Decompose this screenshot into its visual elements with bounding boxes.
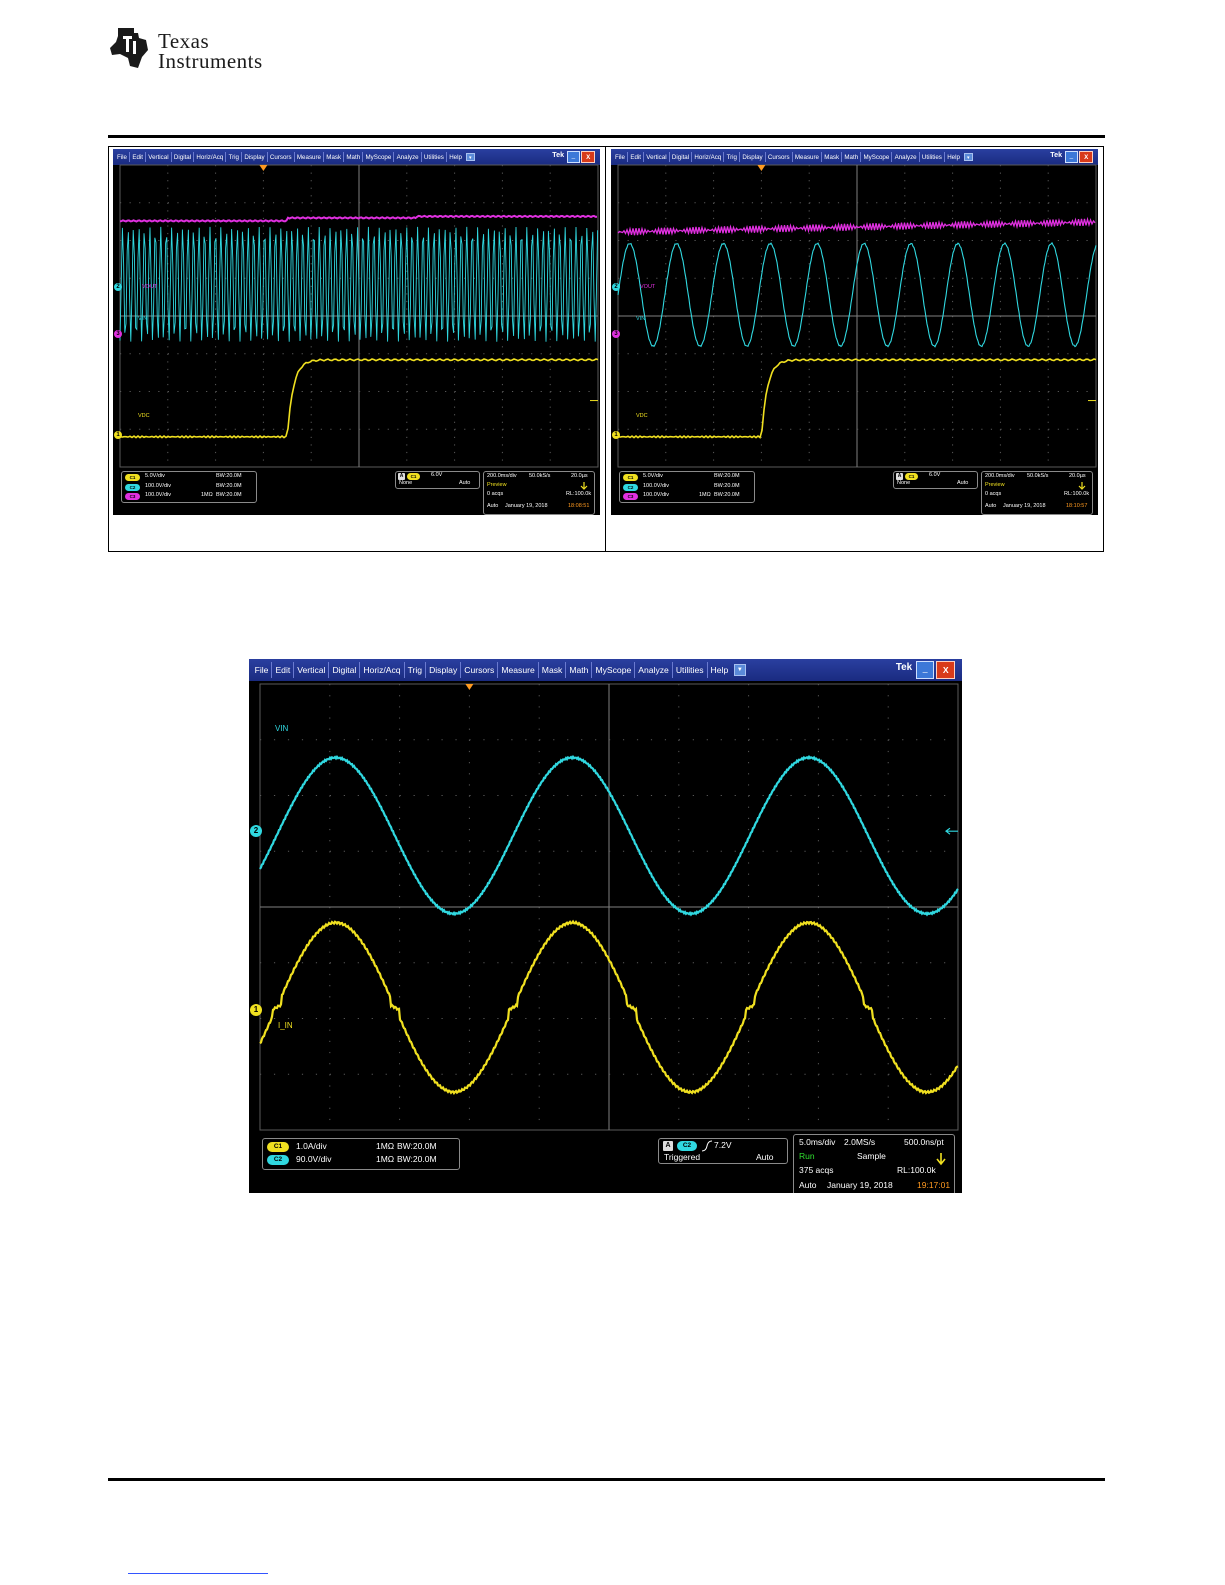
trigger-level-icon (945, 827, 958, 835)
trigger-tag: A (398, 473, 405, 480)
acq-time: 19:17:01 (917, 1180, 951, 1190)
acq-state: Run (799, 1151, 815, 1161)
horiz-mode: Auto (799, 1180, 817, 1190)
trigger-source-badge[interactable]: C1 (407, 473, 420, 480)
channel-badge-c1[interactable]: C1 (267, 1142, 289, 1152)
graticule (259, 683, 959, 1166)
scope-screenshot-startup-1: File Edit Vertical Digital Horiz/Acq Trig Disp… (113, 149, 600, 515)
trigger-source-badge[interactable]: C1 (905, 473, 918, 480)
channel-bandwidth: BW:20.0M (216, 473, 242, 479)
channel-scale: 5.0V/div (145, 473, 165, 479)
channel-scale: 100.0V/div (145, 492, 171, 498)
resolution: 20.0µs (571, 473, 588, 479)
channel-bandwidth: BW:20.0M (714, 473, 740, 479)
horiz-mode: Auto (985, 503, 997, 509)
record-length: RL:100.0k (1064, 491, 1090, 497)
graticule (119, 164, 599, 490)
label-vdc: VDC (636, 412, 648, 419)
trigger-level: 7.2V (714, 1140, 732, 1150)
acq-count: 0 acqs (487, 491, 504, 497)
acq-date: January 19, 2018 (1003, 503, 1046, 509)
channel-badge-c3[interactable]: C3 (125, 493, 140, 500)
acq-count: 0 acqs (985, 491, 1002, 497)
label-vin: VIN (138, 316, 148, 322)
trigger-position-icon (259, 165, 268, 171)
header-rule (108, 135, 1105, 138)
acq-state: Preview (487, 482, 507, 488)
channel-badge-c1[interactable]: C1 (623, 474, 638, 481)
label-vdc: VDC (138, 412, 150, 419)
resolution: 20.0µs (1069, 473, 1086, 479)
trigger-mode: Triggered (664, 1152, 701, 1162)
channel-scale: 100.0V/div (643, 482, 669, 489)
channel-impedance: 1MΩ (699, 492, 711, 498)
texas-instruments-logo: Texas Instruments (108, 24, 308, 74)
trigger-auto: Auto (957, 480, 969, 486)
channel-badge-c3[interactable]: C3 (623, 493, 638, 500)
channel-badge-c2[interactable]: C2 (267, 1155, 289, 1165)
trigger-level: 6.0V (929, 472, 941, 478)
label-iin: I_IN (278, 1020, 293, 1030)
record-length: RL:100.0k (897, 1165, 936, 1175)
trigger-tag: A (896, 473, 903, 480)
acq-count: 375 acqs (799, 1165, 834, 1175)
timebase: 5.0ms/div (799, 1137, 836, 1147)
record-length: RL:100.0k (566, 491, 592, 497)
channel-impedance: 1MΩ (376, 1154, 395, 1164)
grid-lines (260, 684, 958, 1130)
graticule (617, 164, 1097, 490)
acq-state: Preview (985, 482, 1005, 488)
channel-scale: 1.0A/div (296, 1141, 327, 1151)
sample-rate: 50.0kS/s (1027, 473, 1049, 479)
trigger-auto: Auto (459, 480, 471, 486)
channel-badge-c2[interactable]: C2 (125, 483, 140, 491)
trigger-mode: None (897, 480, 911, 486)
acq-time: 18:10:57 (1066, 503, 1088, 509)
trigger-level: 6.0V (431, 472, 443, 478)
channel-impedance: 1MΩ (201, 492, 213, 498)
footer-rule (108, 1478, 1105, 1481)
scope-screenshot-startup-2: File Edit Vertical Digital Horiz/Acq Trig Disp… (611, 149, 1098, 515)
resolution: 500.0ns/pt (904, 1137, 944, 1147)
acq-time: 18:08:51 (568, 503, 590, 509)
grid-lines (618, 165, 1096, 467)
label-vout: VOUT (640, 284, 656, 291)
trigger-tag: A (663, 1141, 673, 1151)
ti-state-icon (110, 28, 148, 68)
sample-rate: 50.0kS/s (529, 473, 551, 479)
channel-scale: 100.0V/div (643, 492, 669, 498)
trigger-mode: None (399, 480, 413, 486)
sample-rate: 2.0MS/s (844, 1137, 876, 1147)
brand-line-2: Instruments (158, 49, 263, 73)
channel-bandwidth: BW:20.0M (397, 1141, 437, 1151)
timebase: 200.0ms/div (487, 473, 517, 479)
scope-screenshot-vin-iin: File Edit Vertical Digital Horiz/Acq Trig Disp… (249, 659, 962, 1193)
channel-badge-c1[interactable]: C1 (125, 474, 140, 481)
channel-bandwidth: BW:20.0M (216, 482, 242, 489)
label-vin: VIN (275, 724, 289, 733)
acq-date: January 19, 2018 (505, 503, 548, 509)
channel-bandwidth: BW:20.0M (216, 492, 242, 498)
channel-bandwidth: BW:20.0M (714, 482, 740, 489)
channel-scale: 90.0V/div (296, 1154, 332, 1164)
channel-scale: 5.0V/div (643, 473, 663, 479)
horiz-mode: Auto (487, 503, 499, 509)
figure-divider (605, 146, 606, 552)
trigger-source-badge[interactable]: C2 (677, 1141, 697, 1151)
channel-impedance: 1MΩ (376, 1141, 395, 1151)
channel-bandwidth: BW:20.0M (714, 492, 740, 498)
trigger-position-icon (465, 684, 474, 690)
channel-1-marker[interactable]: 1 (250, 1003, 262, 1016)
label-vout: VOUT (142, 284, 158, 291)
label-vin: VIN (636, 316, 646, 322)
channel-badge-c2[interactable]: C2 (623, 483, 638, 491)
trigger-auto: Auto (756, 1152, 774, 1162)
acq-date: January 19, 2018 (827, 1180, 893, 1190)
channel-bandwidth: BW:20.0M (397, 1154, 437, 1164)
channel-scale: 100.0V/div (145, 482, 171, 489)
acq-mode: Sample (857, 1151, 886, 1161)
trigger-position-icon (757, 165, 766, 171)
footer-link-underline[interactable] (128, 1573, 268, 1574)
timebase: 200.0ms/div (985, 473, 1015, 479)
